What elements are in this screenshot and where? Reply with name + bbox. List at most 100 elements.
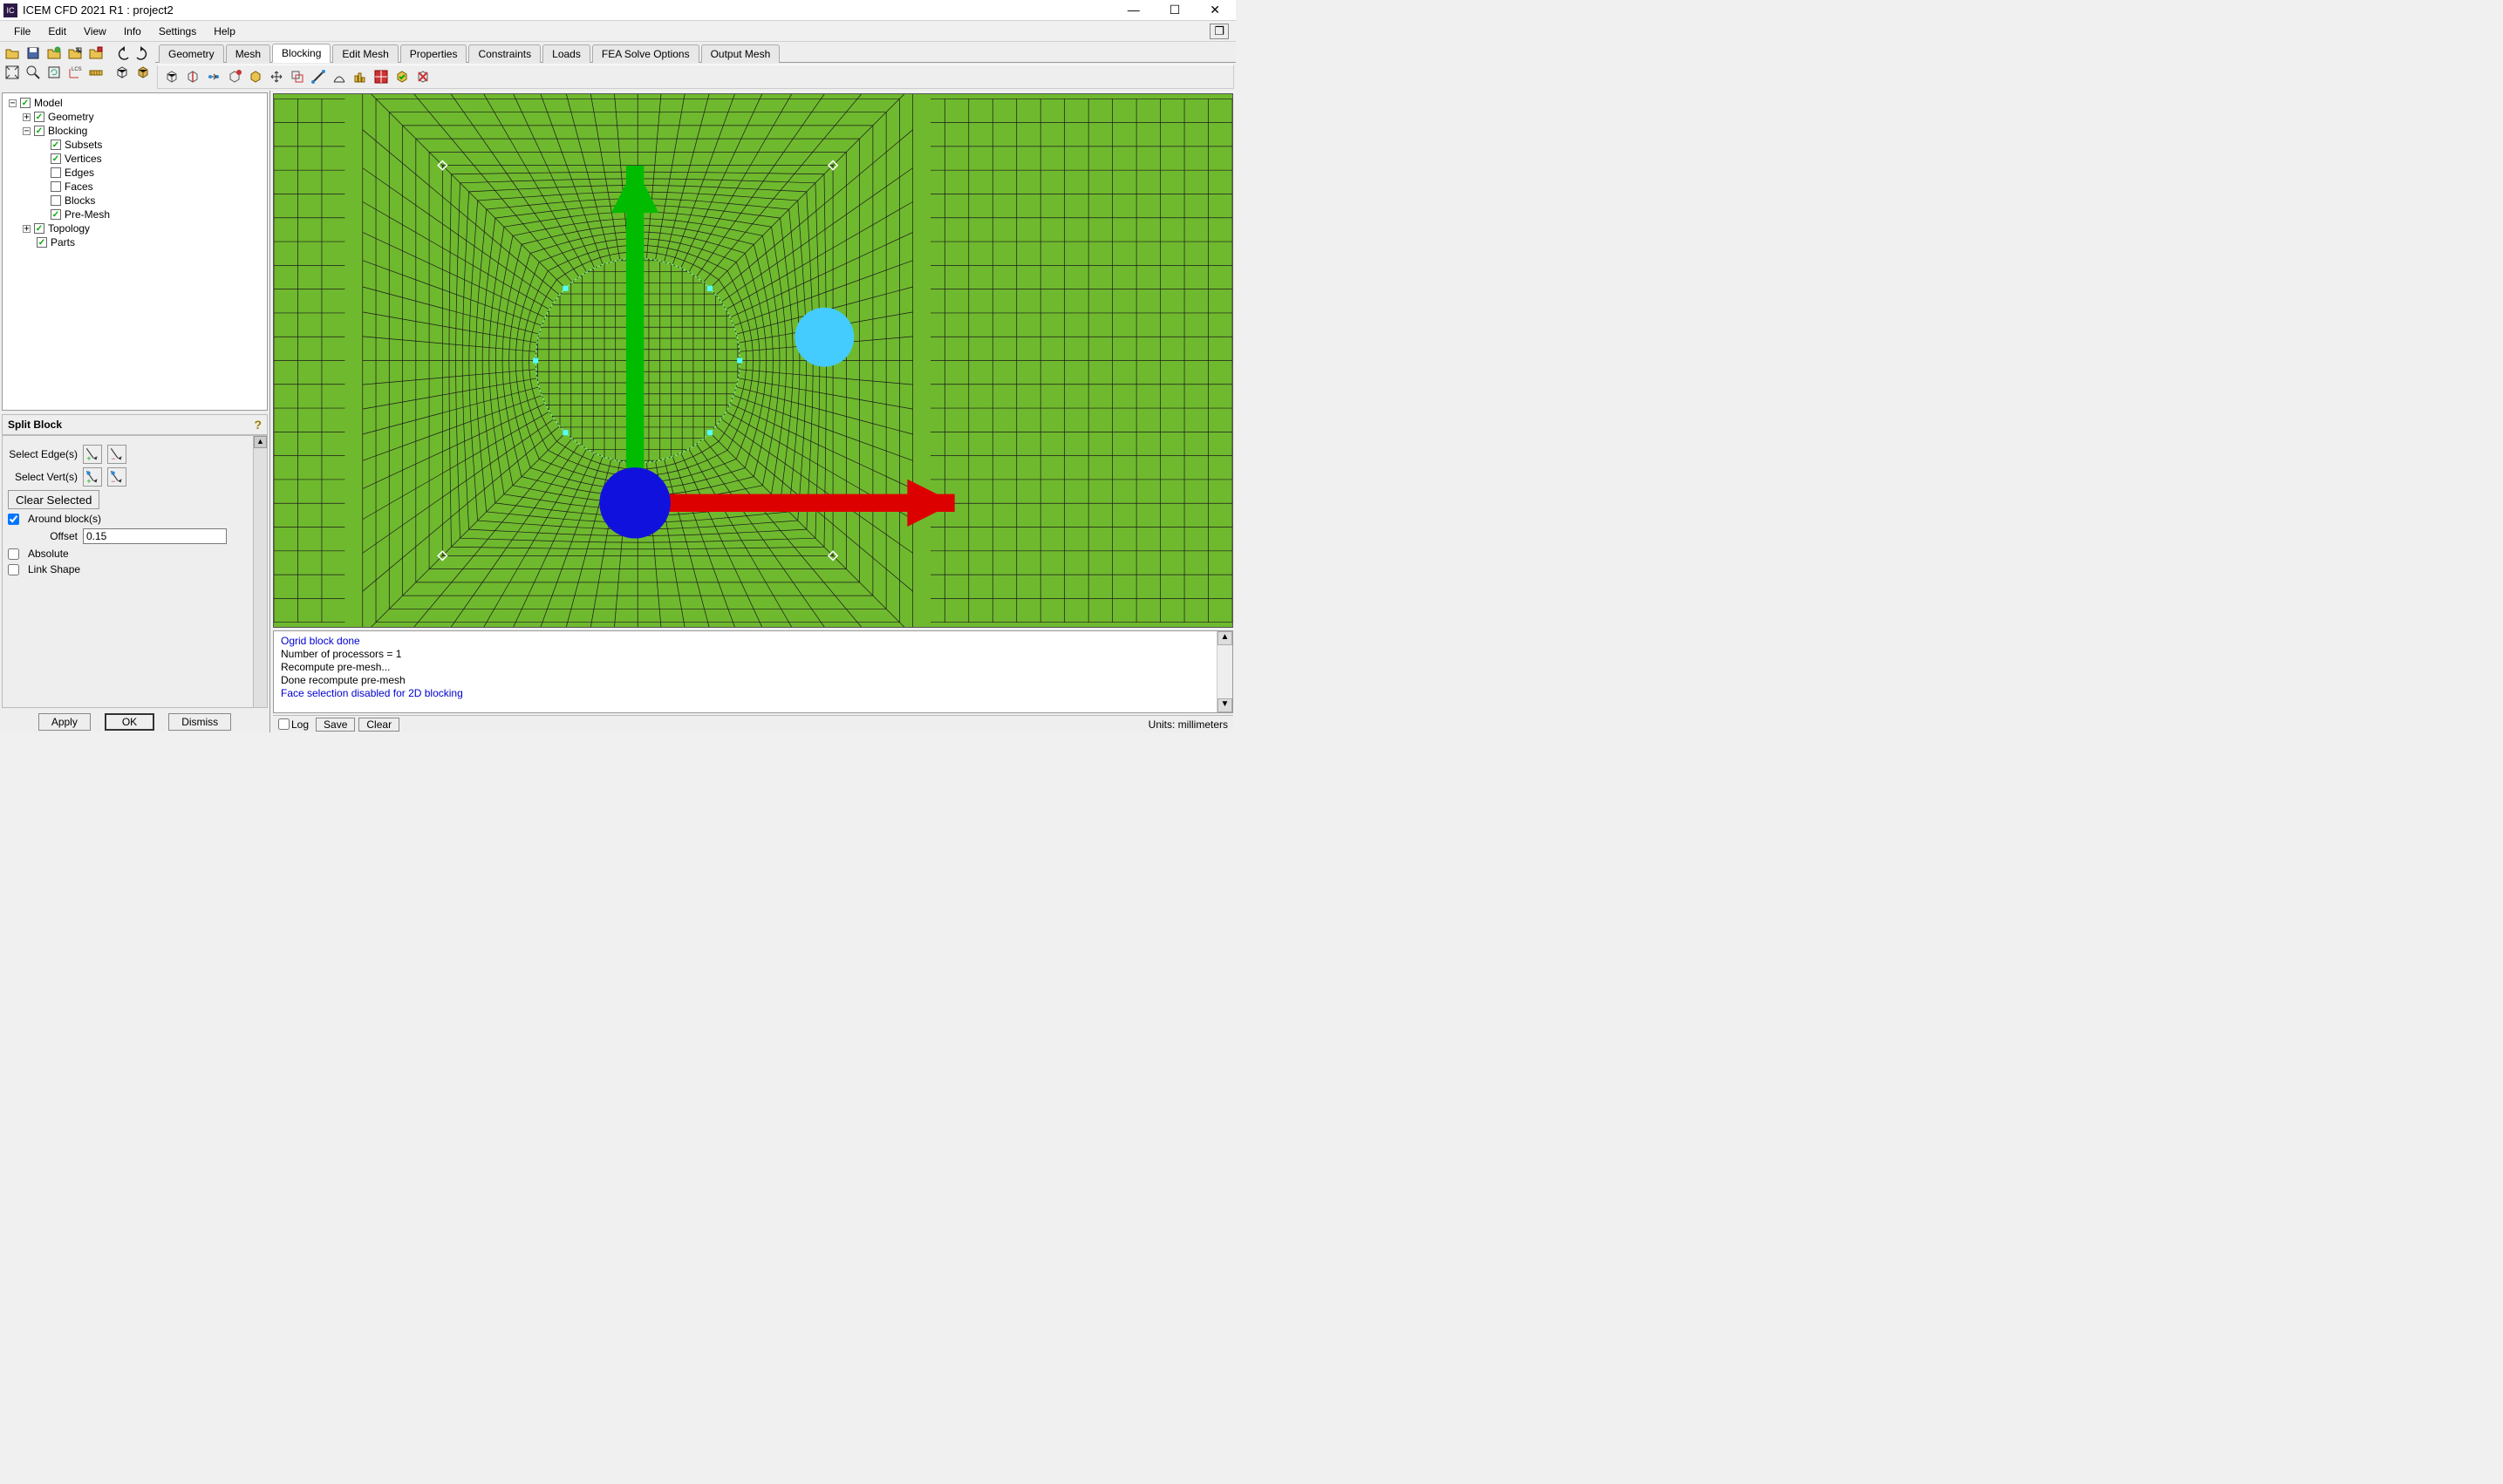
link-shape-checkbox[interactable]	[8, 564, 19, 575]
undo-icon[interactable]	[113, 44, 132, 63]
premesh-quality-icon[interactable]	[351, 67, 370, 86]
dismiss-button[interactable]: Dismiss	[168, 713, 231, 731]
redo-icon[interactable]	[133, 44, 153, 63]
save-log-button[interactable]: Save	[316, 718, 355, 732]
apply-button[interactable]: Apply	[38, 713, 91, 731]
tree-item-pre-mesh[interactable]: ✓Pre-Mesh	[5, 208, 264, 221]
scroll-up-icon[interactable]: ▲	[254, 436, 267, 448]
tab-edit-mesh[interactable]: Edit Mesh	[332, 44, 398, 63]
offset-input[interactable]	[83, 528, 227, 544]
tree-item-faces[interactable]: Faces	[5, 180, 264, 194]
clear-selected-button[interactable]: Clear Selected	[8, 490, 99, 509]
menu-help[interactable]: Help	[205, 24, 244, 39]
split-block-icon[interactable]	[183, 67, 202, 86]
transform-icon[interactable]	[288, 67, 307, 86]
detail-panel-header: Split Block ?	[2, 414, 268, 435]
help-icon[interactable]: ?	[254, 418, 262, 432]
tree-item-parts[interactable]: ✓Parts	[5, 235, 264, 249]
tree-item-blocks[interactable]: Blocks	[5, 194, 264, 208]
shaded-icon[interactable]	[133, 63, 153, 82]
around-block-label[interactable]: Around block(s)	[28, 513, 101, 525]
absolute-label[interactable]: Absolute	[28, 548, 69, 560]
tab-blocking[interactable]: Blocking	[272, 44, 331, 63]
svg-text:+: +	[86, 454, 91, 463]
create-block-icon[interactable]	[162, 67, 181, 86]
delete-block-icon[interactable]	[413, 67, 433, 86]
wireframe-icon[interactable]	[113, 63, 132, 82]
tab-properties[interactable]: Properties	[400, 44, 467, 63]
message-panel: Ogrid block doneNumber of processors = 1…	[273, 630, 1233, 713]
open-block-icon[interactable]	[86, 44, 106, 63]
graphics-viewport[interactable]	[273, 93, 1233, 628]
tab-constraints[interactable]: Constraints	[468, 44, 541, 63]
zoom-icon[interactable]	[24, 63, 43, 82]
minimize-button[interactable]: —	[1121, 1, 1147, 19]
svg-text:−: −	[111, 477, 115, 486]
menu-view[interactable]: View	[75, 24, 115, 39]
open-mesh-icon[interactable]	[65, 44, 85, 63]
tab-fea-solve[interactable]: FEA Solve Options	[592, 44, 699, 63]
fit-icon[interactable]	[3, 63, 22, 82]
select-vert-add-icon[interactable]: +	[83, 467, 102, 487]
edit-block-icon[interactable]	[225, 67, 244, 86]
window-title: ICEM CFD 2021 R1 : project2	[23, 3, 1121, 17]
svg-text:+: +	[86, 477, 91, 486]
menu-edit[interactable]: Edit	[39, 24, 75, 39]
clear-log-button[interactable]: Clear	[358, 718, 399, 732]
open-icon[interactable]	[3, 44, 22, 63]
upper-toolbar-area: LCS Geometry Mesh Blocking Edit Mesh Pro…	[0, 42, 1236, 91]
tree-item-geometry[interactable]: +✓Geometry	[5, 110, 264, 124]
maximize-button[interactable]: ☐	[1163, 1, 1188, 19]
measure-icon[interactable]	[86, 63, 106, 82]
tab-geometry[interactable]: Geometry	[159, 44, 224, 63]
tab-mesh[interactable]: Mesh	[226, 44, 270, 63]
tree-item-blocking[interactable]: −✓Blocking	[5, 124, 264, 138]
tree-item-vertices[interactable]: ✓Vertices	[5, 152, 264, 166]
select-vert-remove-icon[interactable]: −	[107, 467, 126, 487]
move-vertex-icon[interactable]	[267, 67, 286, 86]
merge-vertex-icon[interactable]	[204, 67, 223, 86]
model-tree[interactable]: −✓Model+✓Geometry−✓Blocking✓Subsets✓Vert…	[2, 92, 268, 411]
log-checkbox[interactable]	[278, 718, 290, 730]
premesh-params-icon[interactable]	[330, 67, 349, 86]
absolute-checkbox[interactable]	[8, 548, 19, 560]
select-vert-label: Select Vert(s)	[8, 471, 78, 483]
scroll-up-icon[interactable]: ▲	[1217, 631, 1232, 645]
associate-icon[interactable]	[246, 67, 265, 86]
app-icon: IC	[3, 3, 17, 17]
tree-item-topology[interactable]: +✓Topology	[5, 221, 264, 235]
around-block-checkbox[interactable]	[8, 514, 19, 525]
select-edge-remove-icon[interactable]: −	[107, 445, 126, 464]
units-label: Units: millimeters	[1149, 718, 1228, 731]
menu-settings[interactable]: Settings	[150, 24, 205, 39]
menu-file[interactable]: File	[5, 24, 39, 39]
save-icon[interactable]	[24, 44, 43, 63]
left-panel: −✓Model+✓Geometry−✓Blocking✓Subsets✓Vert…	[0, 91, 270, 732]
detail-scrollbar[interactable]: ▲	[253, 436, 267, 707]
scroll-down-icon[interactable]: ▼	[1217, 698, 1232, 712]
lcs-icon[interactable]: LCS	[65, 63, 85, 82]
tree-item-subsets[interactable]: ✓Subsets	[5, 138, 264, 152]
menu-info[interactable]: Info	[115, 24, 150, 39]
select-edge-label: Select Edge(s)	[8, 448, 78, 460]
tree-item-model[interactable]: −✓Model	[5, 96, 264, 110]
message-text[interactable]: Ogrid block doneNumber of processors = 1…	[274, 631, 1217, 712]
ok-button[interactable]: OK	[105, 713, 154, 731]
link-shape-label[interactable]: Link Shape	[28, 563, 80, 575]
block-check-icon[interactable]	[392, 67, 412, 86]
blocking-toolbar	[157, 65, 1234, 89]
refresh-icon[interactable]	[44, 63, 64, 82]
tree-item-edges[interactable]: Edges	[5, 166, 264, 180]
open-geom-icon[interactable]	[44, 44, 64, 63]
select-edge-add-icon[interactable]: +	[83, 445, 102, 464]
edit-edge-icon[interactable]	[309, 67, 328, 86]
restore-child-button[interactable]: ❐	[1210, 24, 1229, 39]
tab-loads[interactable]: Loads	[542, 44, 590, 63]
message-scrollbar[interactable]: ▲ ▼	[1217, 631, 1232, 712]
tab-output-mesh[interactable]: Output Mesh	[701, 44, 781, 63]
detail-panel-title: Split Block	[8, 419, 62, 431]
operation-tabs: Geometry Mesh Blocking Edit Mesh Propert…	[155, 44, 1236, 63]
premesh-smooth-icon[interactable]	[372, 67, 391, 86]
close-button[interactable]: ✕	[1203, 1, 1227, 19]
viewport-area: Ogrid block doneNumber of processors = 1…	[270, 91, 1236, 732]
